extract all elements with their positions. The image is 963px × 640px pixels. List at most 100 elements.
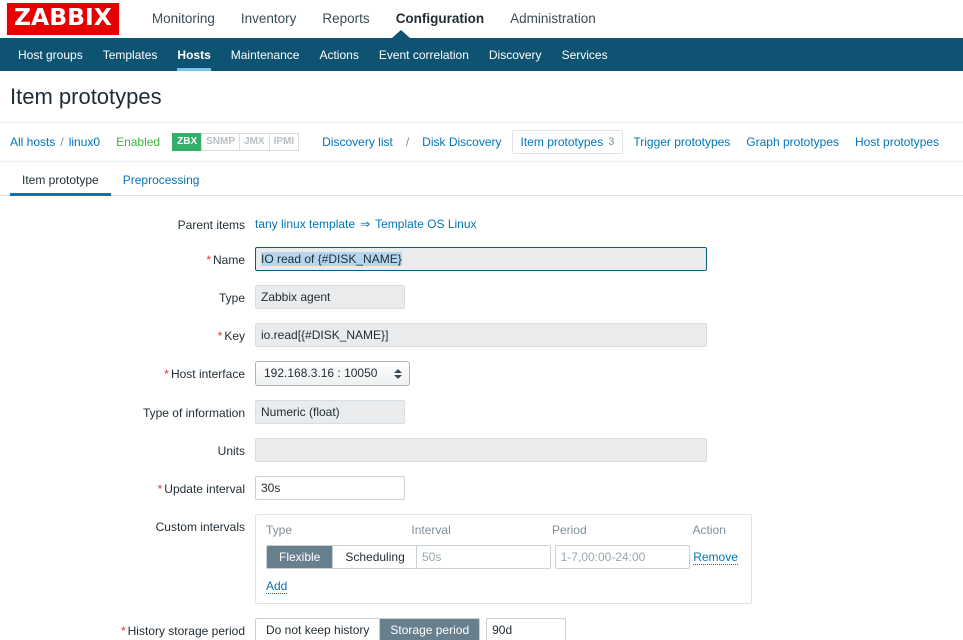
- label-name: * Name: [0, 247, 255, 268]
- breadcrumb-host-prototypes[interactable]: Host prototypes: [847, 131, 947, 153]
- interval-placeholder: 50s: [422, 550, 442, 565]
- label-type-of-information: Type of information: [142, 406, 245, 421]
- history-storage-toggle[interactable]: Do not keep history Storage period: [255, 618, 481, 640]
- breadcrumb-all-hosts[interactable]: All hosts: [10, 135, 55, 149]
- tab-item-prototype[interactable]: Item prototype: [10, 165, 111, 197]
- subnav-item-services[interactable]: Services: [552, 38, 618, 71]
- name-input-value: IO read of {#DISK_NAME}: [261, 252, 402, 267]
- type-field: Zabbix agent: [255, 285, 405, 310]
- label-update-interval-text: Update interval: [164, 482, 245, 497]
- label-key: * Key: [0, 323, 255, 344]
- badge-snmp[interactable]: SNMP: [201, 133, 241, 152]
- period-placeholder: 1-7,00:00-24:00: [560, 550, 646, 565]
- select-arrows-icon: [394, 368, 402, 379]
- page-title-bar: Item prototypes: [0, 71, 963, 124]
- form-row-type-of-information: Type of information Numeric (float): [0, 400, 963, 425]
- sub-navigation: Host groups Templates Hosts Maintenance …: [0, 30, 963, 71]
- cell-period: 1-7,00:00-24:00: [554, 545, 694, 570]
- main-menu-item-inventory[interactable]: Inventory: [241, 0, 297, 38]
- main-menu: Monitoring Inventory Reports Configurati…: [152, 0, 596, 38]
- label-custom-intervals: Custom intervals: [155, 520, 245, 535]
- main-menu-item-administration[interactable]: Administration: [510, 0, 596, 38]
- breadcrumb-separator: /: [60, 135, 64, 150]
- toggle-option-flexible[interactable]: Flexible: [267, 546, 334, 569]
- type-of-information-field: Numeric (float): [255, 400, 405, 425]
- units-input[interactable]: [255, 438, 707, 463]
- active-menu-pointer-icon: [392, 30, 410, 38]
- required-asterisk-key: *: [217, 329, 223, 344]
- zabbix-logo[interactable]: ZABBIX: [6, 3, 119, 35]
- subnav-item-templates[interactable]: Templates: [93, 38, 168, 71]
- form-row-units: Units: [0, 438, 963, 463]
- breadcrumb-discovery-list[interactable]: Discovery list: [314, 131, 401, 153]
- label-units: Units: [217, 444, 245, 459]
- add-interval-link[interactable]: Add: [266, 579, 288, 595]
- breadcrumb-tab-item-prototypes[interactable]: Item prototypes 3: [511, 130, 624, 155]
- breadcrumb-tab-label[interactable]: Item prototypes: [521, 135, 604, 149]
- subnav-item-actions[interactable]: Actions: [309, 38, 368, 71]
- subnav-item-hosts[interactable]: Hosts: [167, 38, 220, 71]
- interval-input[interactable]: 50s: [416, 545, 551, 570]
- form-row-update-interval: * Update interval 30s: [0, 476, 963, 501]
- form-row-host-interface: * Host interface 192.168.3.16 : 10050: [0, 361, 963, 387]
- breadcrumb-disk-discovery[interactable]: Disk Discovery: [414, 131, 509, 153]
- interval-type-toggle[interactable]: Flexible Scheduling: [266, 545, 418, 570]
- host-interface-select[interactable]: 192.168.3.16 : 10050: [255, 361, 410, 387]
- badge-zbx[interactable]: ZBX: [172, 133, 203, 152]
- required-asterisk-host-interface: *: [164, 367, 169, 382]
- add-interval-wrap: Add: [266, 579, 741, 595]
- required-asterisk-name: *: [206, 253, 211, 268]
- parent-items-value: tany linux template ⇒ Template OS Linux: [255, 212, 477, 231]
- main-menu-item-monitoring[interactable]: Monitoring: [152, 0, 215, 38]
- history-storage-period-input[interactable]: 90d: [486, 618, 567, 640]
- name-input[interactable]: IO read of {#DISK_NAME}: [255, 247, 707, 272]
- subnav-item-host-groups[interactable]: Host groups: [8, 38, 93, 71]
- top-header: ZABBIX Monitoring Inventory Reports Conf…: [0, 0, 963, 38]
- label-host-interface: * Host interface: [0, 361, 255, 382]
- label-host-interface-text: Host interface: [170, 367, 245, 382]
- period-input[interactable]: 1-7,00:00-24:00: [554, 545, 690, 570]
- subnav-item-maintenance[interactable]: Maintenance: [221, 38, 310, 71]
- breadcrumb-tab-count: 3: [608, 136, 615, 149]
- label-parent-items: Parent items: [177, 218, 245, 233]
- update-interval-input[interactable]: 30s: [255, 476, 405, 501]
- item-prototype-form: Parent items tany linux template ⇒ Templ…: [0, 196, 963, 640]
- page-title: Item prototypes: [10, 84, 162, 109]
- parent-item-link-template-1[interactable]: tany linux template: [255, 217, 355, 231]
- table-row: Flexible Scheduling 50s 1-7,00:00-24:00 …: [266, 545, 741, 570]
- label-update-interval: * Update interval: [0, 476, 255, 497]
- subnav-item-discovery[interactable]: Discovery: [479, 38, 552, 71]
- host-status-enabled[interactable]: Enabled: [116, 135, 160, 149]
- subnav-item-event-correlation[interactable]: Event correlation: [369, 38, 479, 71]
- cell-action: Remove: [693, 550, 741, 566]
- parent-item-link-template-2[interactable]: Template OS Linux: [375, 217, 476, 231]
- breadcrumb-trigger-prototypes[interactable]: Trigger prototypes: [625, 131, 738, 153]
- key-input[interactable]: io.read[{#DISK_NAME}]: [255, 323, 707, 348]
- breadcrumb-graph-prototypes[interactable]: Graph prototypes: [738, 131, 847, 153]
- host-interface-selected-value: 192.168.3.16 : 10050: [264, 366, 378, 381]
- toggle-option-history-storage-period[interactable]: Storage period: [380, 619, 480, 640]
- column-header-action: Action: [692, 523, 726, 538]
- required-asterisk-update-interval: *: [157, 482, 163, 497]
- form-row-parent-items: Parent items tany linux template ⇒ Templ…: [0, 212, 963, 233]
- badge-ipmi[interactable]: IPMI: [268, 133, 300, 152]
- remove-interval-link[interactable]: Remove: [693, 550, 738, 566]
- toggle-option-scheduling[interactable]: Scheduling: [333, 546, 417, 569]
- tab-preprocessing[interactable]: Preprocessing: [111, 165, 212, 195]
- label-key-text: Key: [224, 329, 245, 344]
- form-tabs: Item prototype Preprocessing: [0, 165, 963, 197]
- form-row-custom-intervals: Custom intervals Type Interval Period Ac…: [0, 514, 963, 605]
- custom-intervals-table: Type Interval Period Action Flexible Sch…: [255, 514, 752, 605]
- custom-intervals-header-row: Type Interval Period Action: [266, 523, 741, 545]
- main-menu-item-reports[interactable]: Reports: [322, 0, 369, 38]
- badge-jmx[interactable]: JMX: [239, 133, 270, 152]
- required-asterisk-history: *: [120, 624, 126, 639]
- breadcrumb-host[interactable]: linux0: [69, 135, 100, 149]
- form-row-history-storage-period: * History storage period Do not keep hist…: [0, 618, 963, 640]
- label-history-storage-period: * History storage period: [0, 618, 255, 639]
- breadcrumb: All hosts / linux0 Enabled ZBX SNMP JMX …: [0, 123, 963, 163]
- toggle-option-do-not-keep-history[interactable]: Do not keep history: [256, 619, 381, 640]
- parent-items-arrow-icon: ⇒: [360, 217, 371, 232]
- form-row-type: Type Zabbix agent: [0, 285, 963, 310]
- breadcrumb-separator-2: /: [405, 135, 410, 150]
